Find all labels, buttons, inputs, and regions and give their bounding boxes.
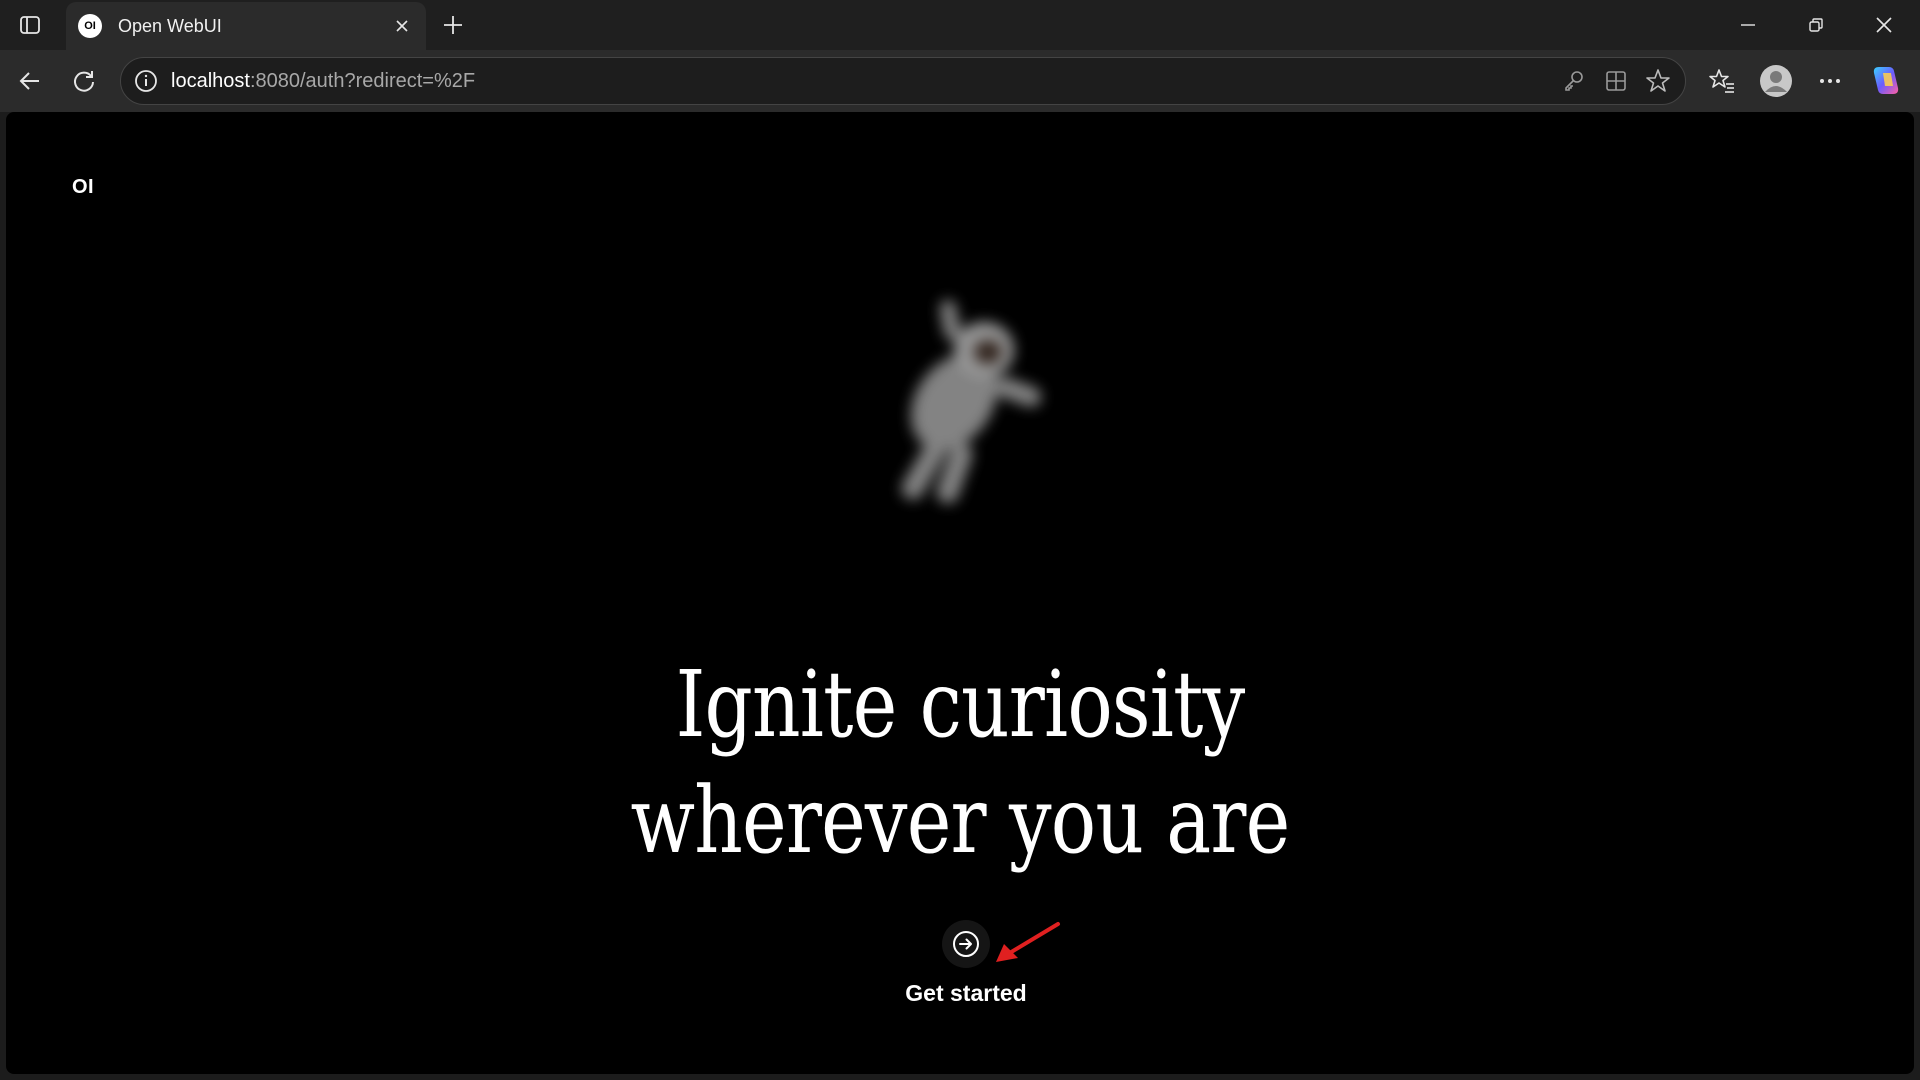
tab-title: Open WebUI [118, 15, 222, 36]
window-close-icon [1876, 17, 1892, 33]
favorite-button[interactable] [1637, 61, 1679, 101]
favorites-icon [1709, 69, 1734, 93]
minimize-icon [1741, 24, 1755, 26]
restore-button[interactable] [1782, 0, 1850, 50]
apps-icon [1606, 71, 1626, 91]
tab-open-webui[interactable]: OI Open WebUI [66, 2, 426, 50]
star-icon [1646, 69, 1670, 92]
headline-line-2: wherever you are [630, 767, 1291, 874]
address-bar[interactable]: localhost:8080/auth?redirect=%2F [120, 57, 1686, 105]
copilot-icon [1873, 67, 1899, 94]
refresh-icon [74, 71, 94, 92]
close-icon [396, 20, 408, 32]
more-icon [1820, 79, 1840, 83]
url-path: :8080/auth?redirect=%2F [249, 69, 476, 92]
tab-strip: OI Open WebUI [0, 0, 1920, 50]
tab-actions-button[interactable] [12, 8, 48, 42]
new-tab-button[interactable] [436, 8, 470, 42]
info-icon [135, 70, 157, 92]
restore-icon [1809, 18, 1823, 32]
copilot-button[interactable] [1866, 63, 1906, 99]
get-started-circle[interactable] [942, 920, 990, 968]
minimize-button[interactable] [1714, 0, 1782, 50]
headline-line-1: Ignite curiosity [675, 651, 1246, 758]
profile-button[interactable] [1756, 63, 1796, 99]
back-button[interactable] [10, 63, 50, 99]
profile-avatar-icon [1760, 65, 1792, 97]
headline: Ignite curiosity wherever you are [178, 647, 1743, 879]
key-icon [1565, 71, 1583, 91]
get-started-label: Get started [905, 980, 1027, 1006]
red-annotation-arrow-icon [996, 922, 1060, 962]
page-viewport: OI Ignite curiosity wherever you are Get… [6, 112, 1914, 1074]
window-bottom-edge [0, 1074, 1920, 1080]
astronaut-image [901, 300, 1042, 504]
tab-actions-icon [20, 16, 40, 34]
refresh-button[interactable] [64, 63, 104, 99]
password-key-button[interactable] [1553, 61, 1595, 101]
site-info-button[interactable] [133, 68, 159, 94]
tab-favicon: OI [78, 14, 102, 38]
install-app-button[interactable] [1595, 61, 1637, 101]
arrow-right-circle-icon [953, 931, 979, 957]
settings-more-button[interactable] [1810, 63, 1850, 99]
browser-toolbar: localhost:8080/auth?redirect=%2F [0, 50, 1920, 112]
favorites-button[interactable] [1702, 63, 1742, 99]
plus-icon [444, 16, 462, 34]
back-icon [19, 72, 39, 90]
url-text[interactable]: localhost:8080/auth?redirect=%2F [171, 70, 1553, 93]
window-close-button[interactable] [1850, 0, 1918, 50]
url-host: localhost [171, 69, 250, 92]
tab-close-button[interactable] [386, 10, 418, 42]
oi-logo: OI [72, 176, 95, 198]
